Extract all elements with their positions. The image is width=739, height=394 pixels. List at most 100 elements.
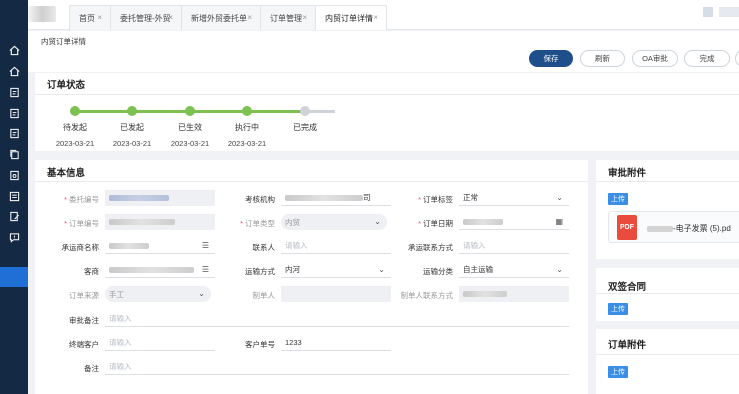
placeholder: 请输入 (463, 241, 486, 250)
carrier-contact-label: 承运联系方式 (408, 243, 453, 252)
divider (596, 293, 739, 294)
page-header: 内贸订单详情 保存 刷新 OA审批 完成 (28, 31, 739, 72)
close-icon[interactable]: × (168, 13, 173, 22)
step-label: 执行中 (235, 123, 259, 132)
filter-icon[interactable]: ☰ (202, 241, 209, 250)
divider (596, 181, 739, 182)
placeholder: 请输入 (285, 241, 308, 250)
step-dot (300, 106, 310, 116)
step-label: 已发起 (120, 123, 144, 132)
close-icon[interactable]: × (373, 13, 378, 22)
step-dot (70, 106, 80, 116)
entrust-no-field (105, 190, 215, 206)
creator-contact-field (459, 286, 569, 302)
more-button[interactable] (735, 50, 739, 67)
home-icon[interactable] (8, 65, 20, 77)
upload-button[interactable]: 上传 (608, 303, 628, 315)
upload-button[interactable]: 上传 (608, 366, 628, 378)
close-icon[interactable]: × (97, 13, 102, 22)
file-name: -电子发票 (5).pd (647, 223, 731, 234)
document-icon[interactable] (8, 86, 20, 98)
oa-approval-button[interactable]: OA审批 (632, 50, 678, 67)
home-icon[interactable] (8, 44, 20, 56)
edit-doc-icon[interactable] (8, 210, 20, 222)
file-name-text: -电子发票 (5).pd (673, 224, 731, 233)
step-date: 2023-03-21 (112, 139, 152, 148)
copy-icon[interactable] (8, 148, 20, 160)
creator-field (281, 286, 391, 302)
order-source-select: 手工 ⌄ (105, 286, 211, 302)
approval-note-label: 审批备注 (69, 316, 99, 325)
assess-org-label: 考核机构 (245, 195, 275, 204)
assess-org-suffix: 司 (363, 193, 371, 202)
step-date: 2023-03-21 (227, 139, 267, 148)
message-icon[interactable] (8, 231, 20, 243)
transport-class-select[interactable]: 自主运输 ⌄ (459, 262, 569, 278)
tab-label: 订单管理 (270, 13, 302, 23)
step-completed: 已完成 (275, 106, 335, 139)
document-icon[interactable] (8, 107, 20, 119)
placeholder: 请输入 (109, 338, 132, 347)
order-type-label: 订单类型 (225, 218, 275, 229)
tab-domestic-order-detail[interactable]: 内贸订单详情 × (315, 5, 387, 30)
tab-home[interactable]: 首页 × (69, 5, 111, 30)
refresh-button[interactable]: 刷新 (580, 50, 625, 67)
tab-label: 首页 (79, 13, 95, 23)
carrier-contact-input[interactable]: 请输入 (459, 238, 569, 254)
settings-doc-icon[interactable] (8, 169, 20, 181)
divider (35, 94, 739, 95)
order-source-label: 订单来源 (69, 291, 99, 300)
avatar[interactable] (703, 7, 713, 17)
step-label: 待发起 (63, 123, 87, 132)
customer-order-no-value: 1233 (285, 338, 302, 347)
list-icon[interactable] (8, 190, 20, 202)
tab-new-foreign-entrust[interactable]: 新增外贸委托单 × (181, 5, 261, 30)
customer-order-no-input[interactable]: 1233 (281, 335, 391, 351)
tab-order-management[interactable]: 订单管理 × (260, 5, 316, 30)
order-attachments-card: 订单附件 上传 (596, 329, 739, 394)
step-label: 已完成 (293, 123, 317, 132)
save-button[interactable]: 保存 (529, 50, 573, 67)
document-icon[interactable] (8, 127, 20, 139)
section-title: 双签合同 (608, 282, 647, 293)
filter-icon[interactable]: ☰ (202, 265, 209, 274)
placeholder: 请输入 (109, 314, 132, 323)
order-date-picker[interactable]: ▦ (459, 214, 569, 230)
divider (35, 181, 588, 182)
contact-input[interactable]: 请输入 (281, 238, 391, 254)
sidebar (0, 0, 28, 394)
approval-attachments-card: 审批附件 上传 PDF -电子发票 (5).pd (596, 160, 739, 259)
section-title: 基本信息 (47, 168, 86, 179)
customer-field[interactable]: ☰ (105, 262, 215, 278)
approval-note-input[interactable]: 请输入 (105, 311, 569, 327)
close-icon[interactable]: × (302, 13, 307, 22)
chevron-down-icon: ⌄ (556, 265, 563, 274)
breadcrumb: 内贸订单详情 (41, 37, 86, 46)
order-date-label: 订单日期 (399, 218, 453, 229)
attachment-file[interactable]: PDF -电子发票 (5).pd (608, 211, 739, 243)
divider (596, 354, 739, 355)
transport-mode-select[interactable]: 内河 ⌄ (281, 262, 391, 278)
order-tag-select[interactable]: 正常 ⌄ (459, 190, 569, 206)
close-icon[interactable]: × (247, 13, 252, 22)
end-customer-input[interactable]: 请输入 (105, 335, 215, 351)
transport-class-label: 运输分类 (423, 267, 453, 276)
order-status-card: 订单状态 待发起 2023-03-21 已发起 2023-03-21 已生效 2… (35, 73, 739, 151)
user-name-blur[interactable] (719, 7, 739, 17)
sidebar-active-indicator (0, 267, 28, 287)
upload-button[interactable]: 上传 (608, 193, 628, 205)
order-no-label: 订单编号 (45, 218, 99, 229)
chevron-down-icon: ⌄ (198, 289, 205, 298)
remark-input[interactable]: 请输入 (105, 359, 569, 375)
top-tab-bar: 首页 × 委托管理-外贸 × 新增外贸委托单 × 订单管理 × 内贸订单详情 × (0, 0, 739, 30)
entrust-no-label: 委托编号 (45, 194, 99, 205)
complete-button[interactable]: 完成 (684, 50, 730, 67)
assess-org-field[interactable]: 司 (281, 190, 391, 206)
tab-entrust-foreign[interactable]: 委托管理-外贸 × (110, 5, 182, 30)
chevron-down-icon: ⌄ (374, 217, 381, 226)
transport-class-value: 自主运输 (463, 265, 493, 274)
carrier-field[interactable]: ☰ (105, 238, 215, 254)
calendar-icon[interactable]: ▦ (555, 217, 563, 226)
pdf-file-icon: PDF (617, 215, 637, 240)
carrier-label: 承运商名称 (61, 243, 100, 252)
